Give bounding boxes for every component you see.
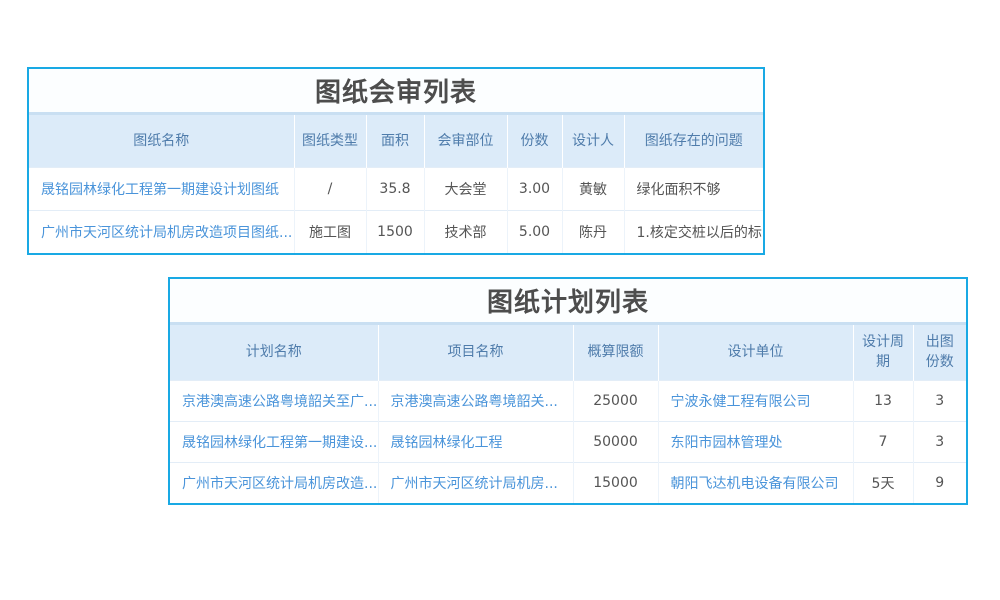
plan-name-link[interactable]: 广州市天河区统计局机房改造...: [170, 462, 378, 503]
cell-budget-limit: 15000: [573, 462, 658, 503]
col-header-drawing-copies: 出图份数: [913, 325, 966, 380]
cell-designer: 黄敏: [562, 167, 624, 210]
col-header-designer: 设计人: [562, 115, 624, 167]
col-header-design-cycle: 设计周期: [853, 325, 913, 380]
col-header-plan-name: 计划名称: [170, 325, 378, 380]
cell-drawing-copies: 9: [913, 462, 966, 503]
drawing-review-title: 图纸会审列表: [29, 69, 763, 115]
drawing-review-table: 图纸名称 图纸类型 面积 会审部位 份数 设计人 图纸存在的问题 晟铭园林绿化工…: [29, 115, 763, 253]
plan-name-link[interactable]: 晟铭园林绿化工程第一期建设...: [170, 421, 378, 462]
design-unit-link[interactable]: 东阳市园林管理处: [658, 421, 853, 462]
col-header-drawing-name: 图纸名称: [29, 115, 294, 167]
col-header-budget-limit: 概算限额: [573, 325, 658, 380]
cell-design-cycle: 7: [853, 421, 913, 462]
col-header-design-unit: 设计单位: [658, 325, 853, 380]
cell-area: 1500: [366, 210, 424, 253]
drawing-plan-table: 计划名称 项目名称 概算限额 设计单位 设计周期 出图份数 京港澳高速公路粤境韶…: [170, 325, 966, 503]
cell-design-cycle: 5天: [853, 462, 913, 503]
col-header-area: 面积: [366, 115, 424, 167]
design-unit-link[interactable]: 宁波永健工程有限公司: [658, 380, 853, 421]
col-header-problems: 图纸存在的问题: [624, 115, 763, 167]
page: 图纸会审列表 图纸名称 图纸类型 面积 会审部位 份数 设计人 图纸存在的问题: [0, 0, 1000, 600]
cell-drawing-copies: 3: [913, 421, 966, 462]
review-table-row: 广州市天河区统计局机房改造项目图纸... 施工图 1500 技术部 5.00 陈…: [29, 210, 763, 253]
cell-design-cycle: 13: [853, 380, 913, 421]
cell-review-dept: 大会堂: [424, 167, 507, 210]
project-name-link[interactable]: 晟铭园林绿化工程: [378, 421, 573, 462]
project-name-link[interactable]: 广州市天河区统计局机房...: [378, 462, 573, 503]
plan-header-row: 计划名称 项目名称 概算限额 设计单位 设计周期 出图份数: [170, 325, 966, 380]
project-name-link[interactable]: 京港澳高速公路粤境韶关...: [378, 380, 573, 421]
plan-table-row: 广州市天河区统计局机房改造... 广州市天河区统计局机房... 15000 朝阳…: [170, 462, 966, 503]
cell-problems: 绿化面积不够: [624, 167, 763, 210]
drawing-plan-title: 图纸计划列表: [170, 279, 966, 325]
col-header-review-dept: 会审部位: [424, 115, 507, 167]
cell-budget-limit: 25000: [573, 380, 658, 421]
cell-budget-limit: 50000: [573, 421, 658, 462]
drawing-name-link[interactable]: 广州市天河区统计局机房改造项目图纸...: [29, 210, 294, 253]
design-unit-link[interactable]: 朝阳飞达机电设备有限公司: [658, 462, 853, 503]
plan-table-row: 晟铭园林绿化工程第一期建设... 晟铭园林绿化工程 50000 东阳市园林管理处…: [170, 421, 966, 462]
col-header-drawing-type: 图纸类型: [294, 115, 366, 167]
drawing-review-panel: 图纸会审列表 图纸名称 图纸类型 面积 会审部位 份数 设计人 图纸存在的问题: [27, 67, 765, 255]
col-header-copies: 份数: [507, 115, 562, 167]
cell-drawing-type: /: [294, 167, 366, 210]
plan-table-row: 京港澳高速公路粤境韶关至广... 京港澳高速公路粤境韶关... 25000 宁波…: [170, 380, 966, 421]
plan-name-link[interactable]: 京港澳高速公路粤境韶关至广...: [170, 380, 378, 421]
review-table-row: 晟铭园林绿化工程第一期建设计划图纸 / 35.8 大会堂 3.00 黄敏 绿化面…: [29, 167, 763, 210]
col-header-project-name: 项目名称: [378, 325, 573, 380]
cell-drawing-type: 施工图: [294, 210, 366, 253]
cell-area: 35.8: [366, 167, 424, 210]
drawing-plan-panel: 图纸计划列表 计划名称 项目名称 概算限额 设计单位 设计周期 出图份数 京港澳…: [168, 277, 968, 505]
cell-review-dept: 技术部: [424, 210, 507, 253]
cell-copies: 5.00: [507, 210, 562, 253]
cell-drawing-copies: 3: [913, 380, 966, 421]
drawing-name-link[interactable]: 晟铭园林绿化工程第一期建设计划图纸: [29, 167, 294, 210]
review-header-row: 图纸名称 图纸类型 面积 会审部位 份数 设计人 图纸存在的问题: [29, 115, 763, 167]
cell-copies: 3.00: [507, 167, 562, 210]
cell-designer: 陈丹: [562, 210, 624, 253]
cell-problems: 1.核定交桩以后的标...: [624, 210, 763, 253]
